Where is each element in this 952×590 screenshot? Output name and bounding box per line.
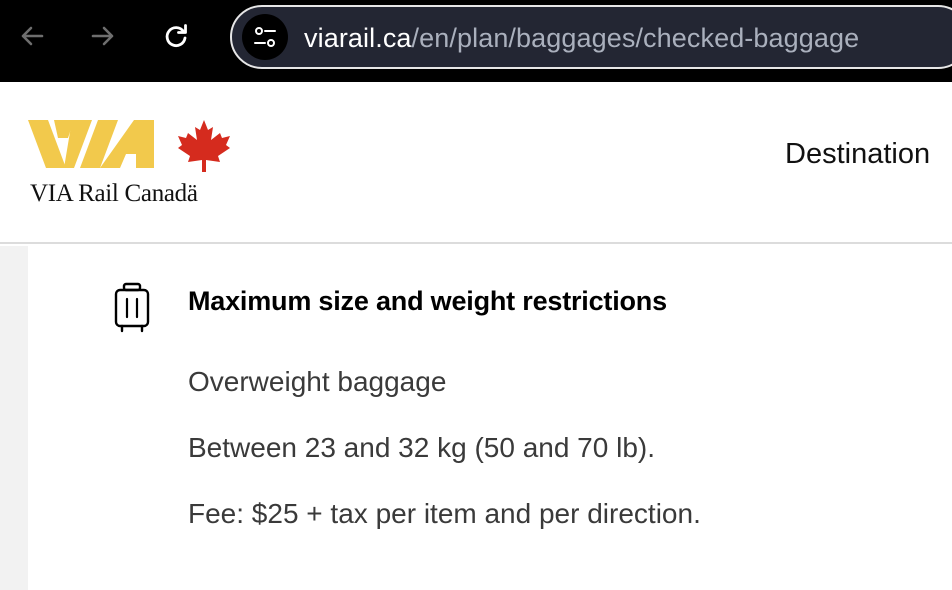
suitcase-icon <box>114 282 150 333</box>
weight-range-text: Between 23 and 32 kg (50 and 70 lb). <box>188 432 656 463</box>
nav-destination[interactable]: Destination <box>785 138 930 171</box>
overweight-heading: Overweight baggage <box>188 366 447 397</box>
baggage-section: Maximum size and weight restrictions Ove… <box>28 246 952 590</box>
forward-arrow-icon <box>91 26 114 46</box>
forward-button[interactable] <box>83 16 123 56</box>
fee-text: Fee: $25 + tax per item and per directio… <box>188 498 701 529</box>
reload-icon <box>165 24 187 48</box>
left-rail <box>0 246 28 590</box>
reload-button[interactable] <box>156 16 196 56</box>
browser-toolbar: viarail.ca/en/plan/baggages/checked-bagg… <box>0 0 952 82</box>
url-text[interactable]: viarail.ca/en/plan/baggages/checked-bagg… <box>304 21 859 55</box>
url-host: viarail.ca <box>304 23 412 53</box>
via-rail-logo[interactable]: VIA Rail Canadä <box>28 118 238 208</box>
address-bar[interactable]: viarail.ca/en/plan/baggages/checked-bagg… <box>230 5 952 69</box>
logo-text: VIA Rail Canadä <box>30 180 198 207</box>
site-settings-icon <box>254 27 276 47</box>
site-header: VIA Rail Canadä Destination <box>0 82 952 244</box>
back-arrow-icon <box>21 26 44 46</box>
url-path: /en/plan/baggages/checked-baggage <box>411 23 860 53</box>
via-logo-mark <box>28 120 230 172</box>
back-button[interactable] <box>12 16 52 56</box>
site-info-button[interactable] <box>242 14 288 60</box>
section-title: Maximum size and weight restrictions <box>188 286 667 316</box>
